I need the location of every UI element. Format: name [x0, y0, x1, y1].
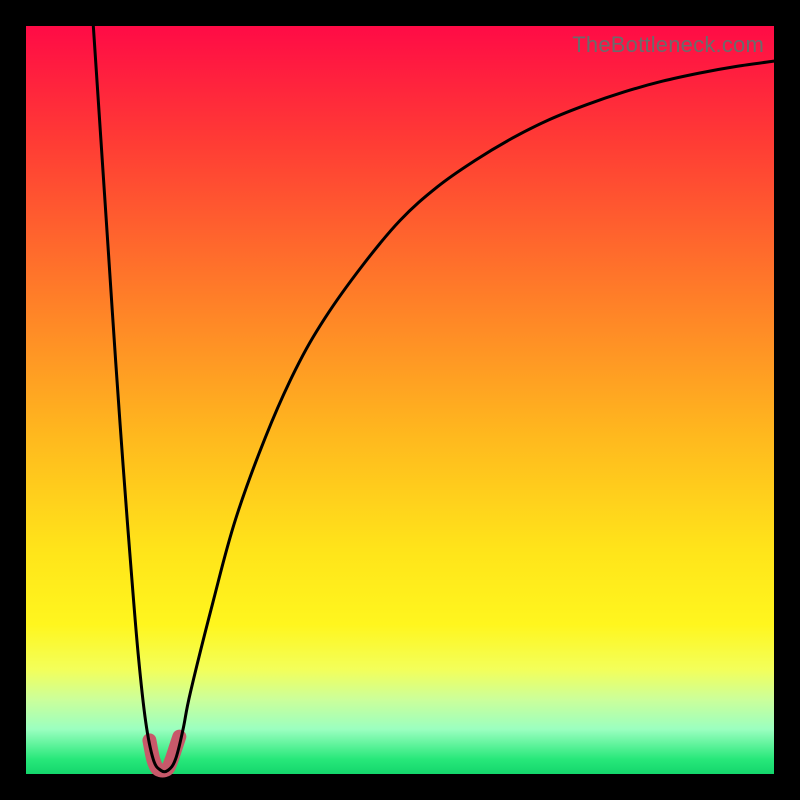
- plot-area: TheBottleneck.com: [26, 26, 774, 774]
- chart-frame: TheBottleneck.com: [0, 0, 800, 800]
- highlight-segment: [149, 737, 179, 771]
- chart-svg: [26, 26, 774, 774]
- bottleneck-curve: [93, 26, 774, 772]
